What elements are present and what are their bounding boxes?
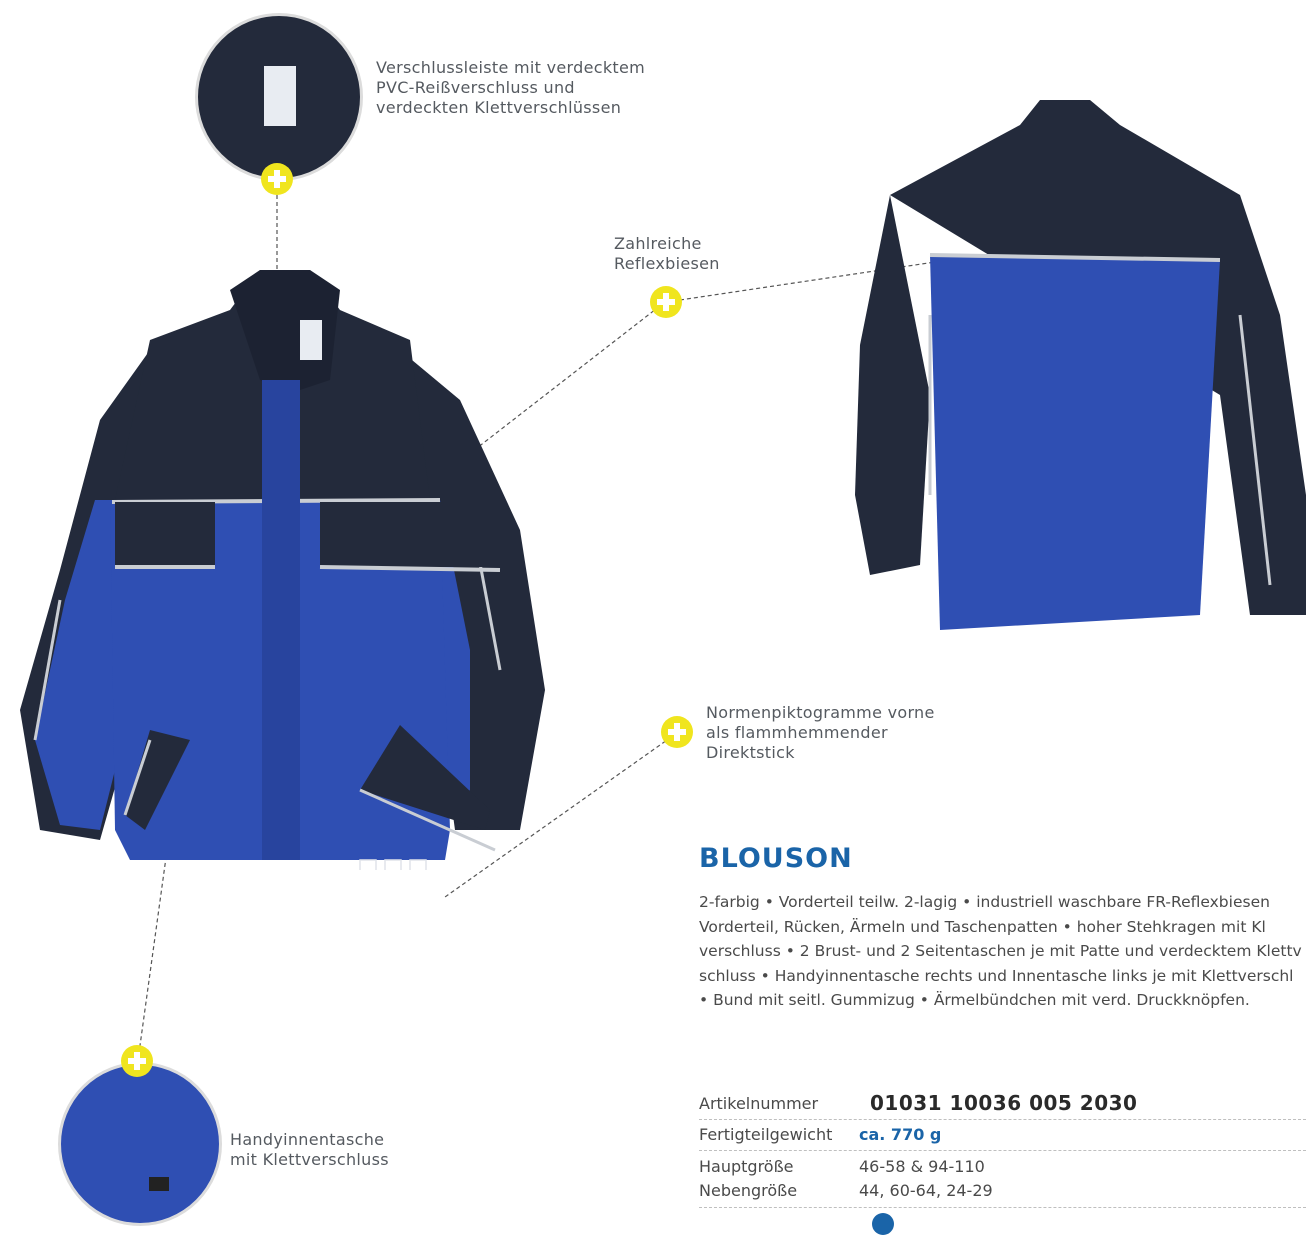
reflex-callout: Zahlreiche Reflexbiesen: [614, 234, 720, 273]
product-description: 2-farbig • Vorderteil teilw. 2-lagig • i…: [699, 890, 1306, 1013]
description-line: • Bund mit seitl. Gummizug • Ärmelbündch…: [699, 991, 1250, 1009]
product-title: BLOUSON: [699, 843, 853, 874]
main-size-label: Hauptgröße: [699, 1157, 794, 1176]
collar-plus-icon[interactable]: [261, 163, 293, 195]
front-jacket-image: [20, 270, 545, 870]
care-icon: [872, 1213, 894, 1235]
weight-label: Fertigteilgewicht: [699, 1125, 833, 1144]
sub-size-label: Nebengröße: [699, 1181, 798, 1200]
collar-detail-circle: [195, 13, 363, 181]
article-value: 01031 10036 005 2030: [870, 1091, 1138, 1115]
pocket-detail-circle: [58, 1062, 222, 1226]
description-line: verschluss • 2 Brust- und 2 Seitentasche…: [699, 942, 1302, 960]
description-line: schluss • Handyinnentasche rechts und In…: [699, 966, 1294, 985]
spec-table: Artikelnummer 01031 10036 005 2030 Ferti…: [699, 1086, 1306, 1208]
spec-row-main-size: Hauptgröße 46-58 & 94-110: [699, 1151, 1306, 1177]
article-label: Artikelnummer: [699, 1094, 819, 1113]
spec-row-weight: Fertigteilgewicht ca. 770 g: [699, 1120, 1306, 1150]
description-line: Vorderteil, Rücken, Ärmeln und Taschenpa…: [699, 917, 1266, 936]
norms-callout: Normenpiktogramme vorne als flammhemmend…: [706, 703, 935, 762]
pocket-callout: Handyinnentasche mit Klettverschluss: [230, 1130, 389, 1169]
collar-callout: Verschlussleiste mit verdecktem PVC-Reiß…: [376, 58, 645, 117]
spec-divider: [699, 1207, 1306, 1208]
norms-plus-icon[interactable]: [661, 716, 693, 748]
description-line: 2-farbig • Vorderteil teilw. 2-lagig • i…: [699, 893, 1270, 911]
reflex-plus-icon[interactable]: [650, 286, 682, 318]
pocket-plus-icon[interactable]: [121, 1045, 153, 1077]
sub-size-value: 44, 60-64, 24-29: [859, 1181, 993, 1200]
spec-row-sub-size: Nebengröße 44, 60-64, 24-29: [699, 1177, 1306, 1207]
back-jacket-image: [855, 100, 1306, 630]
weight-value: ca. 770 g: [859, 1125, 942, 1144]
main-size-value: 46-58 & 94-110: [859, 1157, 985, 1176]
spec-row-article: Artikelnummer 01031 10036 005 2030: [699, 1086, 1306, 1119]
